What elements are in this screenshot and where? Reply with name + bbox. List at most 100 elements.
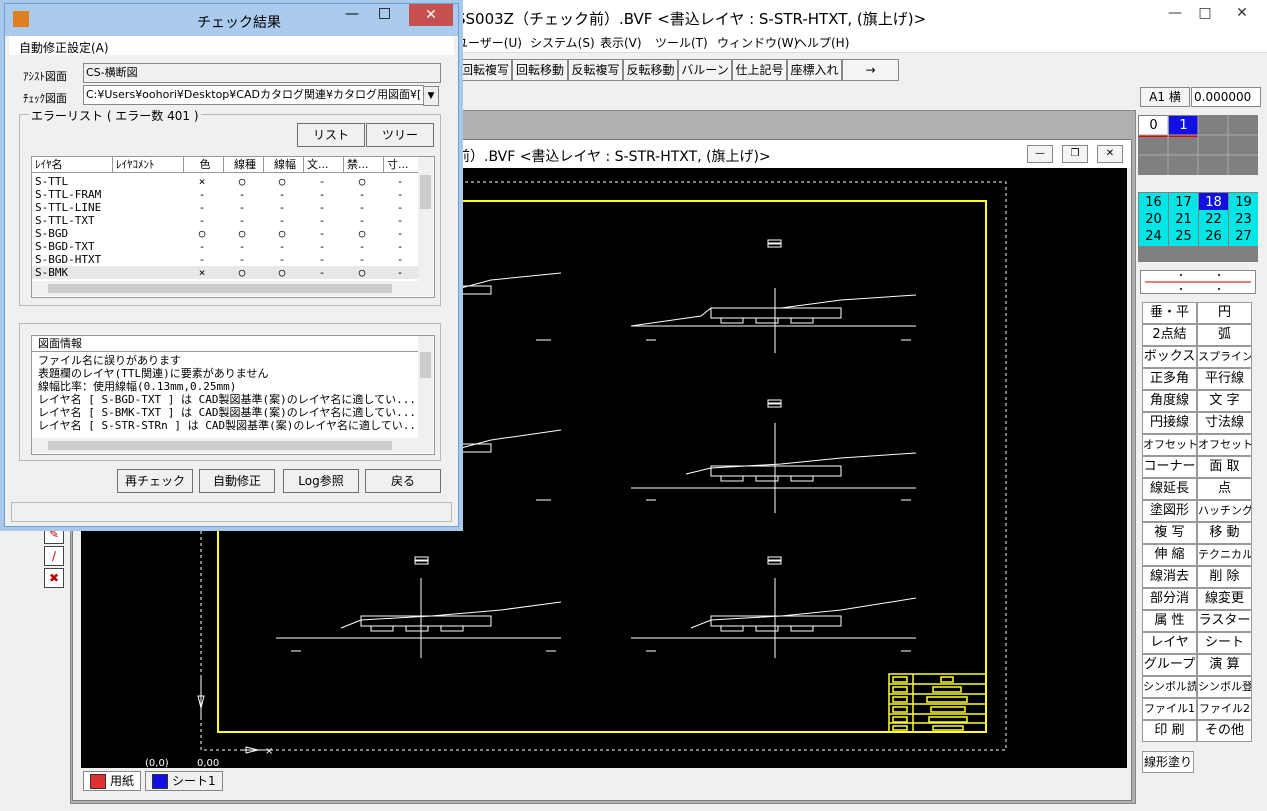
chevron-down-icon[interactable]: ▼ bbox=[423, 86, 439, 106]
table-row[interactable]: S-TTL-LINE - - - - - - bbox=[32, 201, 418, 214]
auto-fix-button[interactable]: 自動修正 bbox=[199, 469, 275, 493]
col-linetype[interactable]: 線種 bbox=[224, 157, 264, 173]
command-button[interactable]: 演 算 bbox=[1197, 654, 1252, 676]
line-style-preview[interactable] bbox=[1140, 270, 1256, 294]
command-button[interactable]: 面 取 bbox=[1197, 456, 1252, 478]
command-button[interactable]: 塗図形 bbox=[1142, 500, 1197, 522]
minimize-icon[interactable]: — bbox=[1160, 0, 1190, 26]
command-button[interactable]: 寸法線 bbox=[1197, 412, 1252, 434]
command-button[interactable]: ラスター bbox=[1197, 610, 1252, 632]
command-button[interactable]: ハッチング bbox=[1197, 500, 1252, 522]
command-button[interactable]: 文 字 bbox=[1197, 390, 1252, 412]
linear-fill-button[interactable]: 線形塗り bbox=[1142, 751, 1194, 773]
pen-tool-icon[interactable]: ✎ bbox=[44, 524, 64, 544]
layer-25[interactable]: 25 bbox=[1169, 227, 1198, 246]
coordinate-button[interactable]: 座標入れ bbox=[787, 59, 842, 81]
command-button[interactable]: 部分消 bbox=[1142, 588, 1197, 610]
col-forbidden[interactable]: 禁... bbox=[344, 157, 384, 173]
list-button[interactable]: リスト bbox=[297, 123, 365, 147]
command-button[interactable]: レイヤ bbox=[1142, 632, 1197, 654]
line-tool-icon[interactable]: ∕ bbox=[44, 546, 64, 566]
table-row[interactable]: S-BGD-HTXT - - - - - - bbox=[32, 253, 418, 266]
col-text[interactable]: 文... bbox=[304, 157, 344, 173]
command-button[interactable]: 平行線 bbox=[1197, 368, 1252, 390]
command-button[interactable]: シンボル登 bbox=[1197, 676, 1252, 698]
sheet-tab-paper[interactable]: 用紙 bbox=[83, 771, 142, 791]
info-vscroll[interactable] bbox=[418, 336, 433, 438]
table-row[interactable]: S-TTL-TXT - - - - - - bbox=[32, 214, 418, 227]
delete-tool-icon[interactable]: ✖ bbox=[44, 568, 64, 588]
command-button[interactable]: ファイル2 bbox=[1197, 698, 1252, 720]
dialog-minimize-icon[interactable]: — bbox=[345, 6, 359, 22]
command-button[interactable]: ボックス bbox=[1142, 346, 1197, 368]
error-table-vscroll[interactable] bbox=[418, 157, 433, 281]
command-button[interactable]: ファイル1 bbox=[1142, 698, 1197, 720]
mirror-move-button[interactable]: 反転移動 bbox=[623, 59, 678, 81]
command-button[interactable]: コーナー bbox=[1142, 456, 1197, 478]
maximize-icon[interactable]: □ bbox=[1190, 0, 1220, 26]
command-button[interactable]: オフセット1 bbox=[1142, 434, 1197, 456]
log-view-button[interactable]: Log参照 bbox=[283, 469, 359, 493]
close-icon[interactable]: ✕ bbox=[1222, 0, 1262, 26]
command-button[interactable]: その他 bbox=[1197, 720, 1252, 742]
layer-26[interactable]: 26 bbox=[1199, 227, 1228, 246]
col-linewidth[interactable]: 線幅 bbox=[264, 157, 304, 173]
command-button[interactable]: 角度線 bbox=[1142, 390, 1197, 412]
command-button[interactable]: 正多角 bbox=[1142, 368, 1197, 390]
drawing-info-list[interactable]: 図面情報 ファイル名に誤りがあります 表題欄のレイヤ(TTL関連)に要素がありま… bbox=[31, 335, 435, 455]
menu-tool[interactable]: ツール(T) bbox=[655, 34, 708, 51]
command-button[interactable]: 印 刷 bbox=[1142, 720, 1197, 742]
command-button[interactable]: 垂・平 bbox=[1142, 302, 1197, 324]
command-button[interactable]: 線消去 bbox=[1142, 566, 1197, 588]
command-button[interactable]: 円 bbox=[1197, 302, 1252, 324]
auto-fix-settings-menu[interactable]: 自動修正設定(A) bbox=[19, 39, 109, 56]
error-table-hscroll[interactable] bbox=[32, 281, 433, 296]
coord-input[interactable]: 0.000000 bbox=[1191, 87, 1261, 107]
check-drawing-field[interactable]: C:¥Users¥oohori¥Desktop¥CADカタログ関連¥カタログ用図… bbox=[83, 85, 424, 105]
child-minimize-icon[interactable]: — bbox=[1027, 145, 1053, 163]
balloon-button[interactable]: バルーン bbox=[678, 59, 732, 81]
child-close-icon[interactable]: ✕ bbox=[1097, 145, 1123, 163]
command-button[interactable]: 線延長 bbox=[1142, 478, 1197, 500]
table-row[interactable]: S-TTL × ○ ○ - ○ - bbox=[32, 175, 418, 188]
col-layer-comment[interactable]: ﾚｲﾔｺﾒﾝﾄ bbox=[113, 157, 184, 173]
dialog-close-icon[interactable]: ✕ bbox=[409, 4, 453, 26]
command-button[interactable]: スプライン bbox=[1197, 346, 1252, 368]
command-button[interactable]: 削 除 bbox=[1197, 566, 1252, 588]
error-table[interactable]: ﾚｲﾔ名 ﾚｲﾔｺﾒﾝﾄ 色 線種 線幅 文... 禁... 寸... S-TT… bbox=[31, 156, 435, 298]
rotate-copy-button[interactable]: 回転複写 bbox=[458, 59, 512, 81]
back-button[interactable]: 戻る bbox=[365, 469, 441, 493]
tree-button[interactable]: ツリー bbox=[366, 123, 434, 147]
rotate-move-button[interactable]: 回転移動 bbox=[512, 59, 568, 81]
command-button[interactable]: シート bbox=[1197, 632, 1252, 654]
menu-system[interactable]: システム(S) bbox=[530, 34, 595, 51]
sheet-tab-sheet1[interactable]: シート1 bbox=[145, 771, 223, 791]
table-row[interactable]: S-BMK × ○ ○ - ○ - bbox=[32, 266, 418, 279]
layer-24[interactable]: 24 bbox=[1139, 227, 1168, 246]
command-button[interactable]: 伸 縮 bbox=[1142, 544, 1197, 566]
command-button[interactable]: オフセット2 bbox=[1197, 434, 1252, 456]
recheck-button[interactable]: 再チェック bbox=[117, 469, 193, 493]
paper-size-button[interactable]: A1 横 bbox=[1140, 87, 1190, 107]
col-color[interactable]: 色 bbox=[184, 157, 224, 173]
arrow-button[interactable]: → bbox=[842, 59, 899, 81]
command-button[interactable]: テクニカル bbox=[1197, 544, 1252, 566]
command-button[interactable]: 複 写 bbox=[1142, 522, 1197, 544]
info-hscroll[interactable] bbox=[32, 438, 433, 453]
menu-user[interactable]: ユーザー(U) bbox=[456, 34, 522, 51]
finish-mark-button[interactable]: 仕上記号 bbox=[732, 59, 787, 81]
command-button[interactable]: シンボル読 bbox=[1142, 676, 1197, 698]
command-button[interactable]: 線変更 bbox=[1197, 588, 1252, 610]
command-button[interactable]: 弧 bbox=[1197, 324, 1252, 346]
table-row[interactable]: S-BGD ○ ○ ○ - ○ - bbox=[32, 227, 418, 240]
child-restore-icon[interactable]: ❐ bbox=[1062, 145, 1088, 163]
col-dimension[interactable]: 寸... bbox=[384, 157, 420, 173]
mirror-copy-button[interactable]: 反転複写 bbox=[568, 59, 623, 81]
layer-27[interactable]: 27 bbox=[1229, 227, 1258, 246]
table-row[interactable]: S-TTL-FRAM - - - - - - bbox=[32, 188, 418, 201]
col-layer-name[interactable]: ﾚｲﾔ名 bbox=[32, 157, 113, 173]
command-button[interactable]: 属 性 bbox=[1142, 610, 1197, 632]
command-button[interactable]: 点 bbox=[1197, 478, 1252, 500]
table-row[interactable]: S-BGD-TXT - - - - - - bbox=[32, 240, 418, 253]
menu-help[interactable]: ヘルプ(H) bbox=[795, 34, 849, 51]
